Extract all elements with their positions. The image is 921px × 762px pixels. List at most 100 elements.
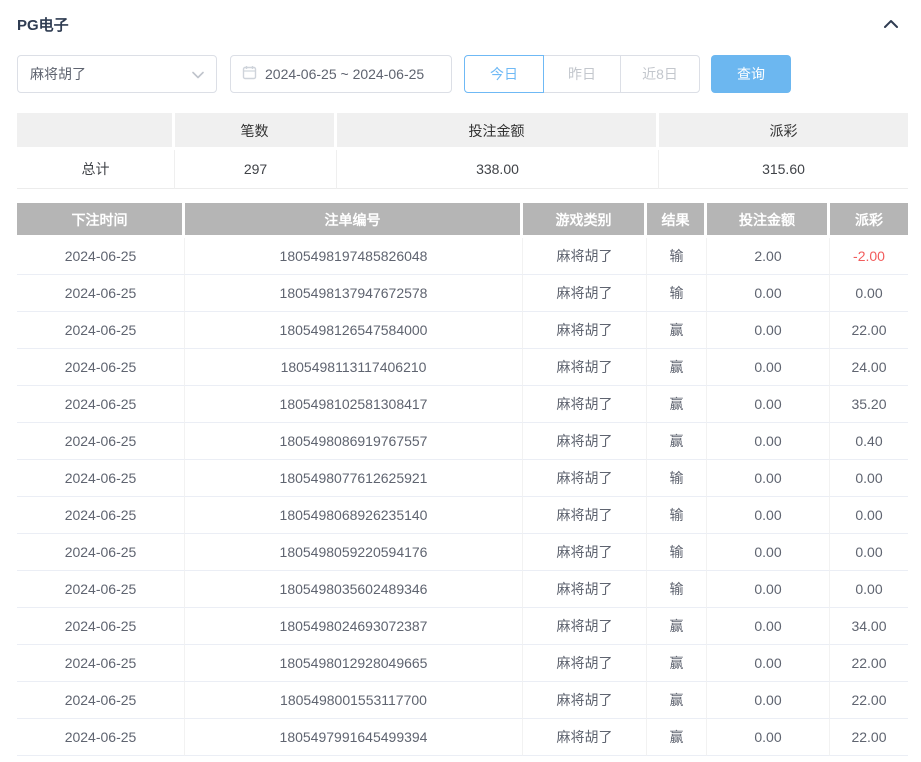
col-header-result: 结果 (647, 203, 707, 238)
cell-bet-id: 1805498077612625921 (185, 460, 523, 497)
cell-bet-time: 2024-06-25 (17, 534, 185, 571)
cell-bet-amount: 0.00 (707, 275, 830, 312)
cell-result: 赢 (647, 645, 707, 682)
collapse-button[interactable] (881, 17, 901, 31)
cell-bet-id: 1805498035602489346 (185, 571, 523, 608)
cell-bet-id: 1805498068926235140 (185, 497, 523, 534)
summary-total-count: 297 (175, 150, 337, 189)
cell-result: 赢 (647, 386, 707, 423)
today-button[interactable]: 今日 (464, 55, 544, 93)
cell-result: 赢 (647, 719, 707, 756)
cell-game-type: 麻将胡了 (523, 275, 647, 312)
cell-game-type: 麻将胡了 (523, 460, 647, 497)
cell-bet-time: 2024-06-25 (17, 608, 185, 645)
cell-bet-id: 1805498012928049665 (185, 645, 523, 682)
table-row: 2024-06-251805498113117406210麻将胡了赢0.0024… (17, 349, 908, 386)
cell-payout: 24.00 (830, 349, 908, 386)
cell-bet-amount: 0.00 (707, 460, 830, 497)
summary-header-bet-amount: 投注金额 (337, 113, 659, 150)
cell-bet-time: 2024-06-25 (17, 460, 185, 497)
cell-payout: 22.00 (830, 312, 908, 349)
cell-bet-time: 2024-06-25 (17, 423, 185, 460)
date-range-value: 2024-06-25 ~ 2024-06-25 (265, 66, 424, 82)
last-8-days-button[interactable]: 近8日 (620, 55, 700, 93)
cell-bet-amount: 0.00 (707, 571, 830, 608)
summary-header-empty (17, 113, 175, 150)
summary-total-row: 总计 297 338.00 315.60 (17, 150, 908, 189)
game-select-value: 麻将胡了 (30, 64, 86, 84)
cell-game-type: 麻将胡了 (523, 534, 647, 571)
quick-range-group: 今日 昨日 近8日 (464, 55, 700, 93)
cell-bet-time: 2024-06-25 (17, 719, 185, 756)
cell-bet-time: 2024-06-25 (17, 682, 185, 719)
cell-bet-id: 1805498113117406210 (185, 349, 523, 386)
table-row: 2024-06-251805497991645499394麻将胡了赢0.0022… (17, 719, 908, 756)
cell-payout: 0.00 (830, 571, 908, 608)
cell-result: 输 (647, 534, 707, 571)
cell-bet-id: 1805498001553117700 (185, 682, 523, 719)
section-header: PG电子 (17, 8, 901, 40)
col-header-bet-time: 下注时间 (17, 203, 185, 238)
cell-bet-amount: 0.00 (707, 423, 830, 460)
cell-result: 赢 (647, 423, 707, 460)
bet-records-table: 下注时间 注单编号 游戏类别 结果 投注金额 派彩 2024-06-251805… (17, 203, 908, 756)
table-row: 2024-06-251805498068926235140麻将胡了输0.000.… (17, 497, 908, 534)
cell-bet-id: 1805498197485826048 (185, 238, 523, 275)
table-row: 2024-06-251805498126547584000麻将胡了赢0.0022… (17, 312, 908, 349)
cell-bet-time: 2024-06-25 (17, 275, 185, 312)
cell-bet-time: 2024-06-25 (17, 312, 185, 349)
cell-game-type: 麻将胡了 (523, 238, 647, 275)
search-button[interactable]: 查询 (711, 55, 791, 93)
game-select[interactable]: 麻将胡了 (17, 55, 217, 93)
cell-bet-amount: 0.00 (707, 349, 830, 386)
cell-result: 输 (647, 238, 707, 275)
cell-bet-amount: 0.00 (707, 608, 830, 645)
chevron-up-icon (883, 17, 899, 32)
cell-payout: 0.40 (830, 423, 908, 460)
cell-result: 赢 (647, 349, 707, 386)
cell-result: 输 (647, 571, 707, 608)
calendar-icon (242, 65, 257, 83)
cell-bet-amount: 0.00 (707, 534, 830, 571)
cell-payout: 34.00 (830, 608, 908, 645)
summary-header-count: 笔数 (175, 113, 337, 150)
yesterday-button[interactable]: 昨日 (543, 55, 621, 93)
cell-bet-time: 2024-06-25 (17, 497, 185, 534)
cell-payout: 0.00 (830, 534, 908, 571)
caret-down-icon (192, 66, 204, 82)
summary-total-payout: 315.60 (659, 150, 908, 189)
cell-result: 赢 (647, 312, 707, 349)
bet-table-body: 2024-06-251805498197485826048麻将胡了输2.00-2… (17, 238, 908, 756)
cell-bet-amount: 0.00 (707, 719, 830, 756)
cell-game-type: 麻将胡了 (523, 386, 647, 423)
cell-bet-time: 2024-06-25 (17, 349, 185, 386)
cell-bet-id: 1805498024693072387 (185, 608, 523, 645)
table-row: 2024-06-251805498059220594176麻将胡了输0.000.… (17, 534, 908, 571)
table-row: 2024-06-251805498024693072387麻将胡了赢0.0034… (17, 608, 908, 645)
cell-result: 输 (647, 497, 707, 534)
table-row: 2024-06-251805498086919767557麻将胡了赢0.000.… (17, 423, 908, 460)
cell-payout: 0.00 (830, 497, 908, 534)
table-row: 2024-06-251805498001553117700麻将胡了赢0.0022… (17, 682, 908, 719)
cell-bet-time: 2024-06-25 (17, 645, 185, 682)
cell-payout: 35.20 (830, 386, 908, 423)
cell-payout: 22.00 (830, 719, 908, 756)
cell-game-type: 麻将胡了 (523, 645, 647, 682)
cell-bet-amount: 0.00 (707, 645, 830, 682)
cell-result: 输 (647, 460, 707, 497)
cell-game-type: 麻将胡了 (523, 349, 647, 386)
col-header-bet-id: 注单编号 (185, 203, 523, 238)
cell-result: 输 (647, 275, 707, 312)
cell-game-type: 麻将胡了 (523, 682, 647, 719)
table-row: 2024-06-251805498012928049665麻将胡了赢0.0022… (17, 645, 908, 682)
cell-payout: 22.00 (830, 645, 908, 682)
summary-header-row: 笔数 投注金额 派彩 (17, 113, 908, 150)
cell-bet-amount: 0.00 (707, 497, 830, 534)
cell-bet-time: 2024-06-25 (17, 238, 185, 275)
date-range-input[interactable]: 2024-06-25 ~ 2024-06-25 (230, 55, 452, 93)
cell-result: 赢 (647, 608, 707, 645)
cell-bet-id: 1805498126547584000 (185, 312, 523, 349)
table-row: 2024-06-251805498102581308417麻将胡了赢0.0035… (17, 386, 908, 423)
table-row: 2024-06-251805498137947672578麻将胡了输0.000.… (17, 275, 908, 312)
cell-payout: 22.00 (830, 682, 908, 719)
